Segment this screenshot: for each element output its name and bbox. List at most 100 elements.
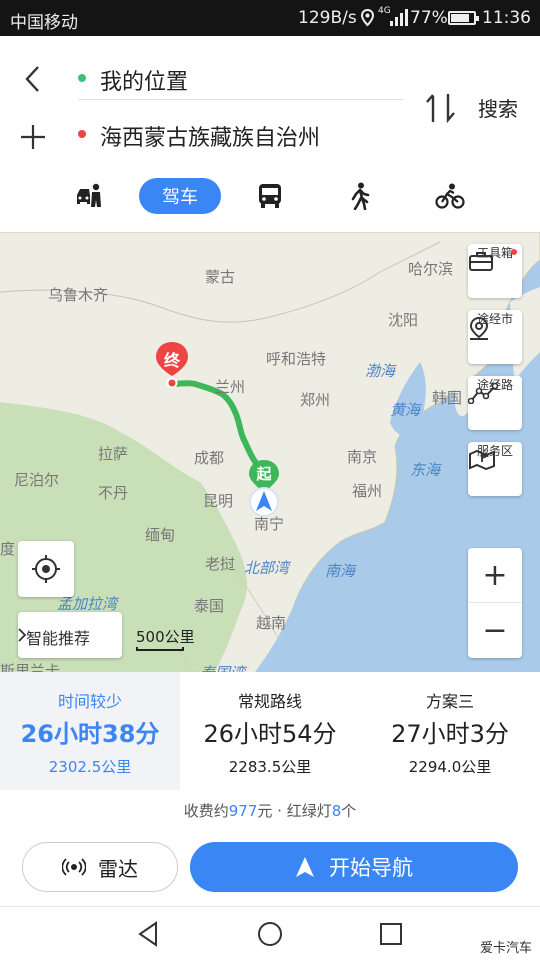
service-area-icon [469, 449, 495, 470]
zoom-in-button[interactable]: + [468, 548, 522, 603]
plan-label: 常规路线 [237, 692, 302, 711]
map-label-korea: 韩国 [432, 389, 463, 407]
map-label-thai-gulf: 泰国湾 [200, 662, 245, 672]
scale-bar [136, 647, 184, 651]
battery-percent: 77% [410, 8, 448, 28]
search-button[interactable]: 搜索 [478, 93, 518, 122]
radar-icon [62, 858, 86, 876]
route-plan-option[interactable]: 方案三 27小时3分 2294.0公里 [360, 672, 540, 790]
tab-taxi[interactable] [70, 178, 110, 214]
toll-amount: 977 [228, 802, 258, 820]
plan-distance: 2294.0公里 [408, 758, 492, 776]
map-view[interactable]: 蒙古 乌鲁木齐 哈尔滨 沈阳 呼和浩特 兰州 郑州 渤海 黄海 韩国 拉萨 成都… [0, 232, 540, 672]
plan-label: 时间较少 [57, 692, 122, 711]
chevron-right-icon [18, 628, 26, 642]
destination-text: 海西蒙古族藏族自治州 [100, 126, 321, 151]
map-label-sri-lanka: 斯里兰卡 [0, 662, 61, 672]
radar-label: 雷达 [98, 856, 138, 881]
map-label-yellow-sea: 黄海 [390, 401, 421, 419]
add-waypoint-icon[interactable] [18, 122, 48, 152]
zoom-out-button[interactable]: − [468, 603, 522, 658]
toll-suffix: 元 · 红绿灯 [257, 802, 332, 820]
watermark: 爱卡汽车 [479, 941, 532, 956]
service-area-button[interactable]: 服务区 [468, 442, 522, 496]
status-bar: 中国移动 129B/s 4G 77% 11:36 [0, 0, 540, 36]
plan-label: 方案三 [425, 692, 474, 711]
signal-icon [390, 9, 408, 26]
start-navigation-label: 开始导航 [329, 856, 413, 880]
map-label-mongolia: 蒙古 [205, 268, 236, 286]
route-summary: 收费约977元 · 红绿灯8个 [0, 800, 540, 821]
tab-bus[interactable] [250, 178, 290, 214]
start-navigation-button[interactable]: 开始导航 [190, 842, 518, 892]
origin-dot [78, 74, 86, 82]
plan-duration: 27小时3分 [391, 720, 509, 748]
system-navigation-bar: 爱卡汽车 [0, 906, 540, 960]
map-label-myanmar: 缅甸 [145, 526, 176, 544]
pin-outline-icon [469, 316, 489, 340]
map-label-shenyang: 沈阳 [388, 311, 419, 329]
tab-bike[interactable] [430, 178, 470, 214]
locate-button[interactable] [18, 541, 74, 597]
scale-label: 500公里 [136, 628, 195, 646]
route-plan-option[interactable]: 常规路线 26小时54分 2283.5公里 [180, 672, 360, 790]
map-label-south-sea: 南海 [325, 562, 356, 580]
traffic-light-count: 8 [331, 802, 342, 820]
radar-button[interactable]: 雷达 [22, 842, 178, 892]
lights-suffix: 个 [341, 802, 357, 820]
smart-recommend-label: 智能推荐 [26, 629, 91, 648]
recents-square-icon[interactable] [376, 919, 406, 949]
home-circle-icon[interactable] [255, 919, 285, 949]
via-road-button[interactable]: 途经路 [468, 376, 522, 430]
route-input-panel: 我的位置 海西蒙古族藏族自治州 搜索 [0, 36, 540, 160]
navigation-arrow-icon [296, 857, 314, 877]
end-marker-label: 终 [163, 351, 180, 370]
carrier-name: 中国移动 [10, 13, 78, 33]
map-label-harbin: 哈尔滨 [408, 260, 454, 278]
origin-text: 我的位置 [100, 70, 189, 95]
map-scale: 500公里 [136, 626, 195, 651]
toolbox-icon [469, 252, 493, 271]
network-type: 4G [378, 6, 391, 16]
notification-dot [511, 249, 517, 255]
back-triangle-icon[interactable] [134, 919, 164, 949]
toolbox-button[interactable]: 工具箱 [468, 244, 522, 298]
zoom-control: + − [468, 548, 522, 658]
map-label-india: 度 [0, 540, 16, 558]
route-plan-option[interactable]: 时间较少 26小时38分 2302.5公里 [0, 672, 180, 790]
plan-distance: 2302.5公里 [48, 758, 132, 776]
crosshair-icon [32, 555, 60, 583]
map-label-beibu-gulf: 北部湾 [244, 559, 290, 577]
bike-icon [435, 183, 465, 209]
map-label-urumqi: 乌鲁木齐 [48, 286, 109, 304]
map-label-zhengzhou: 郑州 [300, 391, 331, 409]
via-city-button[interactable]: 途经市 [468, 310, 522, 364]
origin-field[interactable]: 我的位置 [78, 56, 403, 100]
location-icon [361, 9, 374, 27]
plan-duration: 26小时54分 [203, 720, 337, 748]
map-label-bohai: 渤海 [365, 362, 396, 380]
map-label-laos: 老挝 [205, 555, 236, 573]
map-label-thailand: 泰国 [194, 597, 225, 615]
network-speed: 129B/s [298, 8, 357, 28]
destination-field[interactable]: 海西蒙古族藏族自治州 [78, 112, 403, 156]
plan-distance: 2283.5公里 [228, 758, 312, 776]
swap-icon[interactable] [422, 90, 458, 126]
tab-walk[interactable] [340, 178, 380, 214]
clock: 11:36 [482, 8, 531, 28]
map-label-kunming: 昆明 [203, 492, 234, 510]
map-label-vietnam: 越南 [256, 614, 287, 632]
smart-recommend-button[interactable]: 智能推荐 [18, 612, 122, 658]
map-label-lhasa: 拉萨 [98, 445, 129, 463]
tab-drive[interactable]: 驾车 [139, 178, 221, 214]
map-label-east-sea: 东海 [410, 461, 441, 479]
current-location-icon [249, 487, 279, 517]
map-label-bhutan: 不丹 [98, 484, 129, 502]
map-label-lanzhou: 兰州 [215, 378, 246, 396]
destination-dot [78, 130, 86, 138]
bus-icon [259, 184, 281, 208]
taxi-icon [77, 183, 101, 207]
back-arrow-icon[interactable] [18, 64, 48, 94]
route-points-icon [468, 382, 498, 404]
start-marker-label: 起 [256, 465, 272, 483]
